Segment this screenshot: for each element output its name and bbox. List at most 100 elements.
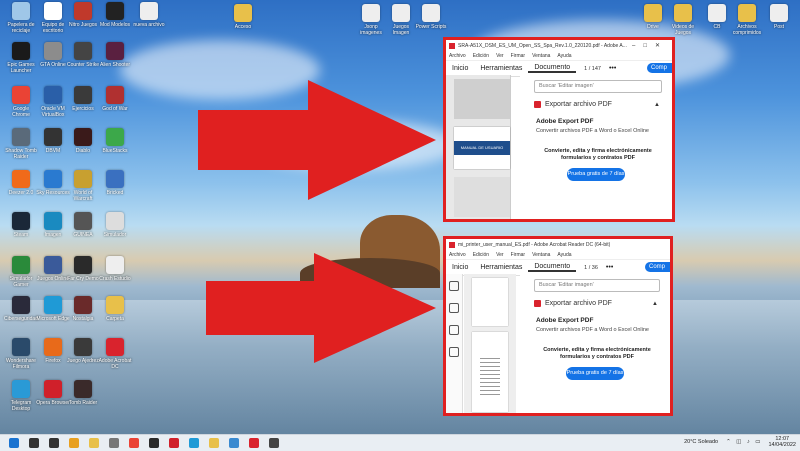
desktop-shortcut[interactable]: nueva archivo [132, 2, 166, 28]
page-thumbnail[interactable] [472, 332, 508, 412]
pages-icon[interactable] [449, 281, 459, 291]
page-thumbnail[interactable] [454, 79, 510, 119]
clock[interactable]: 12:07 14/04/2022 [768, 436, 796, 448]
free-trial-button[interactable]: Prueba gratis de 7 días [567, 168, 625, 181]
taskbar-app-2[interactable] [89, 438, 99, 448]
desktop-shortcut[interactable]: Simulador [98, 212, 132, 238]
page-thumbnail[interactable] [454, 177, 510, 217]
taskbar-app-8[interactable] [209, 438, 219, 448]
desktop-shortcut[interactable]: Juegos Online [36, 256, 70, 282]
start-icon[interactable] [9, 438, 19, 448]
menu-firmar[interactable]: Firmar [511, 53, 525, 59]
chevron-up-icon[interactable]: ▲ [654, 102, 660, 108]
taskbar-app-1[interactable] [69, 438, 79, 448]
taskbar-app-11[interactable] [269, 438, 279, 448]
taskbar-app-3[interactable] [109, 438, 119, 448]
desktop-shortcut[interactable]: Archivos comprimidos [730, 4, 764, 36]
tab-documento[interactable]: Documento [528, 263, 577, 272]
desktop-shortcut[interactable]: Jsonp imagenes [354, 4, 388, 36]
attachment-icon[interactable] [449, 325, 459, 335]
desktop-shortcut[interactable]: Nostalgia [66, 296, 100, 322]
taskbar-app-9[interactable] [229, 438, 239, 448]
taskbar-acrobat-icon[interactable] [249, 438, 259, 448]
desktop-shortcut[interactable]: Drive [636, 4, 670, 30]
desktop-shortcut[interactable]: Crash Estudio [98, 256, 132, 282]
page-thumbnail-active[interactable]: MANUAL DE USUARIO [454, 127, 510, 169]
acrobat-window-top[interactable]: SRA-A51X_DSM_ES_UM_Open_SS_Spa_Rev.1.0_2… [443, 37, 675, 222]
free-trial-button[interactable]: Prueba gratis de 7 días [566, 367, 624, 380]
chevron-up-icon[interactable]: ▲ [652, 301, 658, 307]
layers-icon[interactable] [449, 347, 459, 357]
desktop-shortcut[interactable]: Mod Modelos [98, 2, 132, 28]
desktop-shortcut[interactable]: Microsoft Edge [36, 296, 70, 322]
title-bar[interactable]: mi_printer_user_manual_ES.pdf - Adobe Ac… [446, 239, 670, 250]
taskbar-chrome-icon[interactable] [129, 438, 139, 448]
desktop-shortcut[interactable]: GUINEA [66, 212, 100, 238]
menu-edicion[interactable]: Edición [473, 252, 489, 258]
desktop-shortcut[interactable]: Ciberseguridad [4, 296, 38, 322]
acrobat-window-bottom[interactable]: mi_printer_user_manual_ES.pdf - Adobe Ac… [443, 236, 673, 416]
desktop-shortcut[interactable]: Juego Ajedrez [66, 338, 100, 364]
desktop-shortcut[interactable]: GTA Online [36, 42, 70, 68]
desktop-shortcut[interactable]: Deezer 2.0 [4, 170, 38, 196]
thumbnail-pane[interactable]: MANUAL DE USUARIO [446, 75, 511, 219]
menu-ventana[interactable]: Ventana [532, 252, 550, 258]
desktop-shortcut[interactable]: BlueStacks [98, 128, 132, 154]
tab-documento[interactable]: Documento [528, 64, 577, 73]
tab-herramientas[interactable]: Herramientas [474, 65, 528, 72]
thumbnail-pane[interactable] [464, 274, 516, 413]
more-options[interactable]: ••• [606, 264, 613, 271]
desktop-shortcut[interactable]: World of Warcraft [66, 170, 100, 202]
desktop-shortcut[interactable]: Videos de Juegos [666, 4, 700, 36]
desktop-shortcut[interactable]: Acceso [226, 4, 260, 30]
share-button[interactable]: Comp [644, 262, 670, 272]
window-controls[interactable]: –□✕ [632, 42, 668, 49]
desktop-shortcut[interactable]: Epic Games Launcher [4, 42, 38, 74]
menu-archivo[interactable]: Archivo [449, 252, 466, 258]
desktop-shortcut[interactable]: Oracle VM VirtualBox [36, 86, 70, 118]
desktop-shortcut[interactable]: Alien Shooter [98, 42, 132, 68]
tab-herramientas[interactable]: Herramientas [474, 264, 528, 271]
desktop-shortcut[interactable]: Power Scripts [414, 4, 448, 30]
search-icon[interactable] [29, 438, 39, 448]
desktop-shortcut[interactable]: Opera Browser [36, 380, 70, 406]
title-bar[interactable]: SRA-A51X_DSM_ES_UM_Open_SS_Spa_Rev.1.0_2… [446, 40, 672, 51]
menu-ver[interactable]: Ver [496, 252, 504, 258]
more-options[interactable]: ••• [609, 65, 616, 72]
taskbar-app-5[interactable] [149, 438, 159, 448]
search-input[interactable]: Buscar 'Editar imagen' [534, 80, 662, 93]
tab-inicio[interactable]: Inicio [446, 65, 474, 72]
desktop-shortcut[interactable]: Counter Strike [66, 42, 100, 68]
desktop-shortcut[interactable]: Wondershare Filmora [4, 338, 38, 370]
desktop-shortcut[interactable]: Tomb Raider [66, 380, 100, 406]
desktop-shortcut[interactable]: Shadow Tomb Raider [4, 128, 38, 160]
desktop-shortcut[interactable]: Sky Resources [36, 170, 70, 196]
export-pdf-header[interactable]: Exportar archivo PDF ▲ [534, 300, 660, 307]
desktop-shortcut[interactable]: God of War [98, 86, 132, 112]
menu-ventana[interactable]: Ventana [532, 53, 550, 59]
desktop-shortcut[interactable]: Carpeta [98, 296, 132, 322]
bookmark-icon[interactable] [449, 303, 459, 313]
menu-archivo[interactable]: Archivo [449, 53, 466, 59]
desktop-shortcut[interactable]: Simulador Gamer [4, 256, 38, 288]
desktop-shortcut[interactable]: CB [700, 4, 734, 30]
search-input[interactable]: Buscar 'Editar imagen' [534, 279, 660, 292]
menu-edicion[interactable]: Edición [473, 53, 489, 59]
desktop-shortcut[interactable]: Papelera de reciclaje [4, 2, 38, 34]
desktop-shortcut[interactable]: Steam [4, 212, 38, 238]
taskbar-app-6[interactable] [169, 438, 179, 448]
taskbar-app-7[interactable] [189, 438, 199, 448]
desktop-shortcut[interactable]: Bricked [98, 170, 132, 196]
desktop-shortcut[interactable]: Equipo de escritorio [36, 2, 70, 34]
menu-firmar[interactable]: Firmar [511, 252, 525, 258]
menu-ayuda[interactable]: Ayuda [557, 252, 571, 258]
tray-icons[interactable]: ⌃ ◫ ♪ ▭ [726, 439, 762, 445]
menu-ayuda[interactable]: Ayuda [557, 53, 571, 59]
desktop-shortcut[interactable]: Adobe Acrobat DC [98, 338, 132, 370]
desktop-shortcut[interactable]: Diablo [66, 128, 100, 154]
desktop-shortcut[interactable]: Google Chrome [4, 86, 38, 118]
share-button[interactable]: Comp [646, 63, 672, 73]
desktop-shortcut[interactable]: DBVM [36, 128, 70, 154]
desktop-shortcut[interactable]: Firefox [36, 338, 70, 364]
desktop-shortcut[interactable]: Telegram Desktop [4, 380, 38, 412]
